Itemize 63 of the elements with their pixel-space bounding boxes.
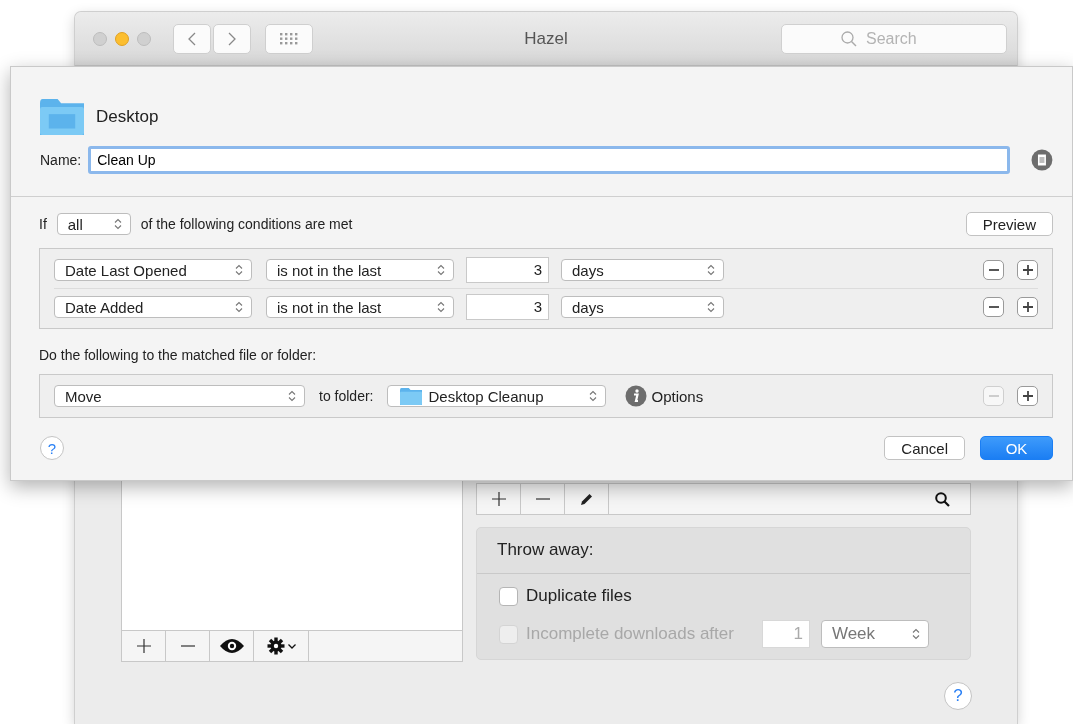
info-icon <box>625 385 648 407</box>
updown-chevron-icon <box>911 628 920 640</box>
field-label: Name: <box>40 152 82 168</box>
grid-icon <box>280 32 298 45</box>
search-icon <box>841 30 857 47</box>
operator-dropdown[interactable]: is not in the last <box>266 296 454 318</box>
checkbox[interactable] <box>499 586 518 606</box>
document-icon[interactable] <box>1031 149 1053 171</box>
gear-icon <box>266 637 285 655</box>
updown-chevron-icon <box>235 264 243 276</box>
updown-chevron-icon <box>113 218 122 230</box>
updown-chevron-icon <box>707 264 715 276</box>
options-button[interactable]: Options <box>625 385 704 407</box>
chevron-down-icon <box>287 643 296 649</box>
match-dropdown[interactable]: all <box>56 213 131 235</box>
add-button[interactable] <box>1017 297 1038 317</box>
preview-button[interactable]: Preview <box>965 212 1053 236</box>
attribute-dropdown[interactable]: Date Last Opened <box>54 259 252 281</box>
eye-icon <box>218 638 245 654</box>
updown-chevron-icon <box>437 301 445 313</box>
number-field[interactable]: 3 <box>466 257 549 283</box>
add-button[interactable] <box>1017 386 1038 406</box>
search-icon <box>934 491 950 507</box>
updown-chevron-icon <box>707 301 715 313</box>
section-title: Throw away: <box>477 528 970 574</box>
folder-name: Desktop <box>96 107 159 127</box>
action-dropdown[interactable]: Move <box>54 385 305 407</box>
add-icon <box>491 492 506 506</box>
folder-dropdown[interactable]: Desktop Cleanup <box>387 385 607 407</box>
unit-dropdown[interactable]: days <box>561 259 724 281</box>
checkbox-label: Incomplete downloads after <box>526 624 734 644</box>
unit-dropdown[interactable]: days <box>561 296 724 318</box>
show-all-button[interactable] <box>265 23 313 54</box>
number-field[interactable]: 3 <box>466 294 549 320</box>
operator-dropdown[interactable]: is not in the last <box>266 259 454 281</box>
cancel-button[interactable]: Cancel <box>884 436 965 460</box>
help-button[interactable]: ? <box>40 436 64 460</box>
remove-button[interactable] <box>983 260 1004 280</box>
chevron-left-icon <box>188 31 196 46</box>
folder-icon <box>400 387 423 405</box>
updown-chevron-icon <box>235 301 243 313</box>
label: If <box>39 216 47 232</box>
add-icon <box>1022 391 1033 401</box>
label: to folder: <box>319 388 374 404</box>
chevron-right-icon <box>228 31 236 46</box>
pencil-icon <box>580 492 593 506</box>
checkbox-label: Duplicate files <box>526 586 632 606</box>
updown-chevron-icon <box>288 390 296 402</box>
add-icon <box>1022 265 1033 275</box>
label: of the following conditions are met <box>140 216 353 232</box>
help-button[interactable]: ? <box>944 682 972 710</box>
add-button[interactable] <box>1017 260 1038 280</box>
name-field[interactable]: Clean Up <box>88 146 1011 174</box>
folder-icon <box>40 99 84 135</box>
remove-button[interactable] <box>983 297 1004 317</box>
add-icon <box>1022 302 1033 312</box>
search-field[interactable]: Search <box>781 23 1007 54</box>
updown-chevron-icon <box>437 264 445 276</box>
section-label: Do the following to the matched file or folder: <box>39 347 318 363</box>
window-title: Hazel <box>523 28 569 49</box>
add-icon <box>136 639 151 653</box>
updown-chevron-icon <box>589 390 598 402</box>
attribute-dropdown[interactable]: Date Added <box>54 296 252 318</box>
